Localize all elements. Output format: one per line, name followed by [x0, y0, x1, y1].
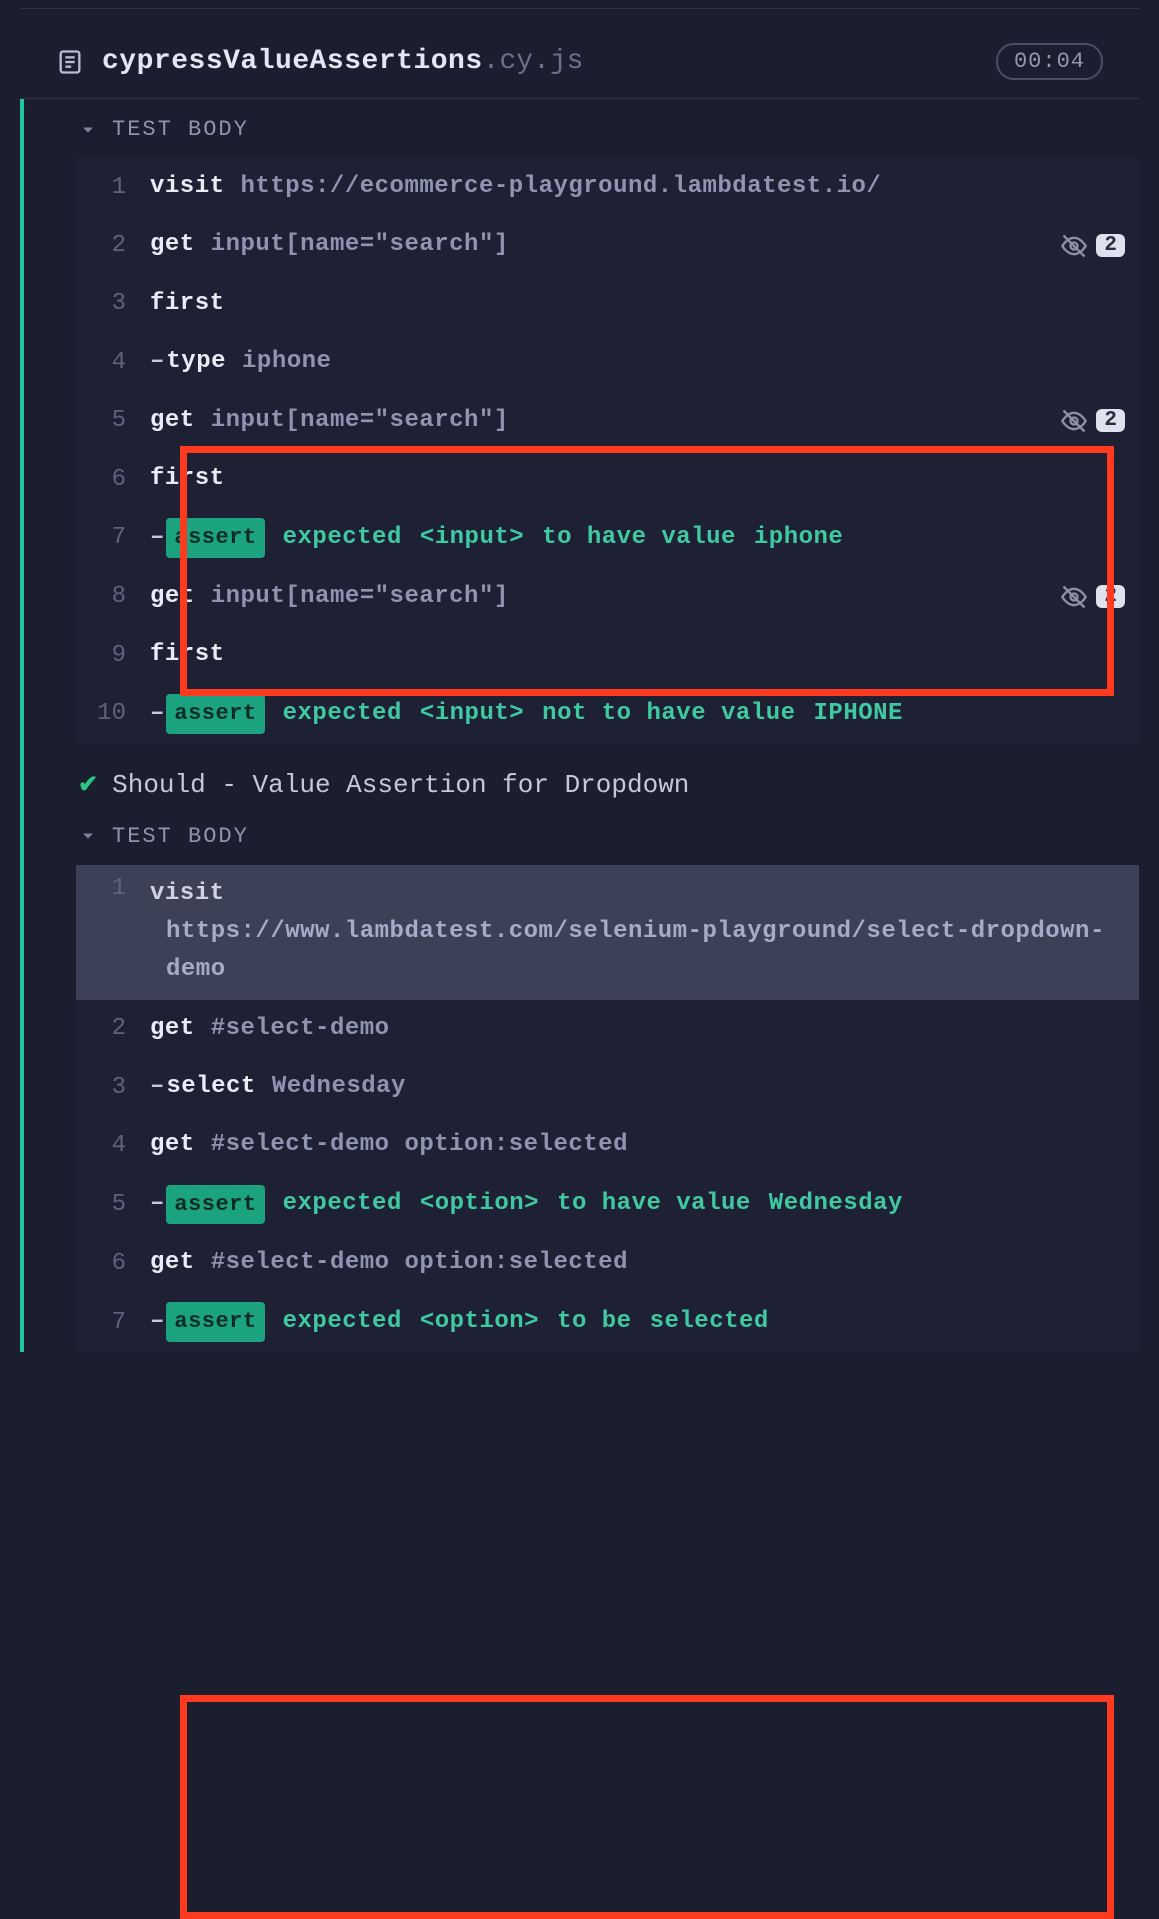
file-header: cypressValueAssertions.cy.js 00:04	[20, 27, 1139, 99]
command-log-2: 1 visit https://www.lambdatest.com/selen…	[76, 865, 1139, 1352]
annotation-box-2	[180, 1695, 1114, 1919]
assert-badge: assert	[166, 1185, 264, 1224]
duration-badge: 00:04	[996, 43, 1103, 80]
eye-off-icon	[1060, 232, 1088, 260]
assert-badge: assert	[166, 1302, 264, 1341]
log-row[interactable]: 5 – assert expected <option> to have val…	[76, 1175, 1139, 1234]
log-row[interactable]: 6 first	[76, 450, 1139, 508]
check-icon: ✔	[78, 770, 98, 800]
log-row[interactable]: 3 first	[76, 275, 1139, 333]
assert-badge: assert	[166, 694, 264, 733]
section-header-test-body-2[interactable]: TEST BODY	[26, 806, 1139, 859]
log-row[interactable]: 1 visit https://www.lambdatest.com/selen…	[76, 865, 1139, 1000]
element-count-badge: 2	[1096, 234, 1125, 257]
log-row[interactable]: 7 – assert expected <option> to be selec…	[76, 1292, 1139, 1351]
file-extension: .cy.js	[483, 46, 584, 77]
log-row[interactable]: 6 get #select-demo option:selected	[76, 1234, 1139, 1292]
file-name: cypressValueAssertions	[102, 46, 483, 77]
section-header-test-body-1[interactable]: TEST BODY	[26, 99, 1139, 152]
command-log-1: 1 visit https://ecommerce-playground.lam…	[76, 158, 1139, 744]
test-title-2[interactable]: ✔ Should - Value Assertion for Dropdown	[26, 744, 1139, 806]
log-row[interactable]: 4 get #select-demo option:selected	[76, 1116, 1139, 1174]
log-row[interactable]: 5 get input[name="search"] 2	[76, 392, 1139, 450]
log-row[interactable]: 7 – assert expected <input> to have valu…	[76, 508, 1139, 567]
log-row[interactable]: 3 – select Wednesday	[76, 1058, 1139, 1116]
assert-badge: assert	[166, 518, 264, 557]
section-label: TEST BODY	[112, 117, 249, 142]
section-label: TEST BODY	[112, 824, 249, 849]
eye-off-icon	[1060, 407, 1088, 435]
log-row[interactable]: 4 – type iphone	[76, 333, 1139, 391]
log-row[interactable]: 10 – assert expected <input> not to have…	[76, 684, 1139, 743]
log-row[interactable]: 2 get input[name="search"] 2	[76, 216, 1139, 274]
log-row[interactable]: 2 get #select-demo	[76, 1000, 1139, 1058]
test-name: Should - Value Assertion for Dropdown	[112, 770, 689, 800]
file-icon	[56, 48, 84, 76]
log-row[interactable]: 9 first	[76, 626, 1139, 684]
log-row[interactable]: 1 visit https://ecommerce-playground.lam…	[76, 158, 1139, 216]
chevron-down-icon	[78, 120, 100, 140]
eye-off-icon	[1060, 583, 1088, 611]
element-count-badge: 2	[1096, 585, 1125, 608]
log-row[interactable]: 8 get input[name="search"] 2	[76, 568, 1139, 626]
element-count-badge: 2	[1096, 409, 1125, 432]
chevron-down-icon	[78, 826, 100, 846]
